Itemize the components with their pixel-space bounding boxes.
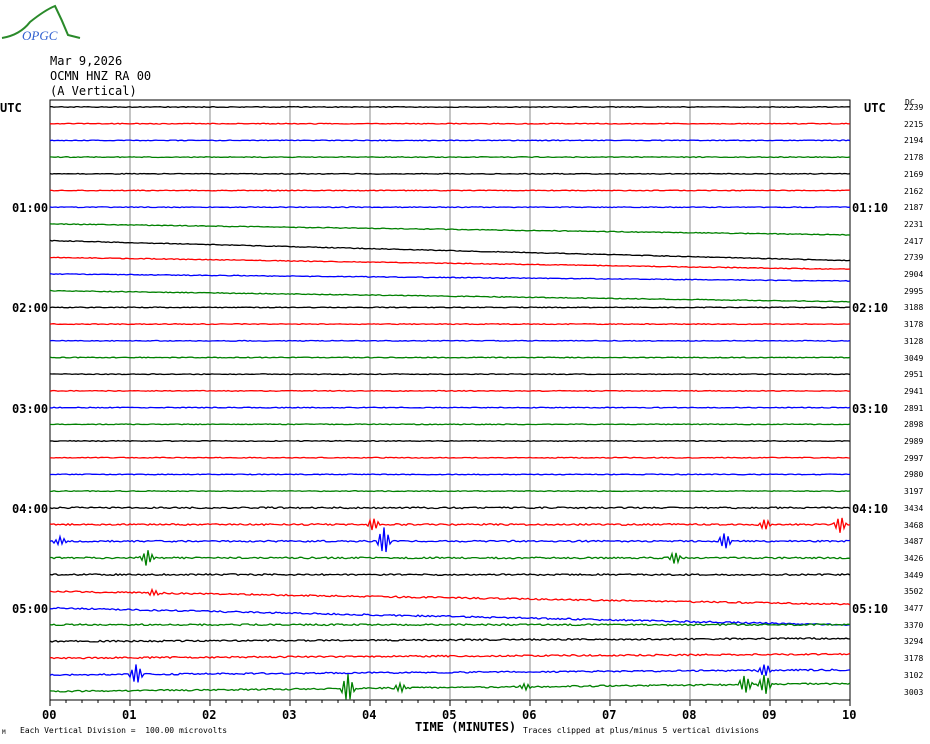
left-time-label: 01:00 [12, 201, 49, 216]
trace-line [49, 473, 850, 476]
dc-offset-value: 2898 [904, 420, 924, 430]
right-time-label: 04:10 [852, 501, 889, 516]
x-tick-label: 09 [762, 708, 777, 722]
dc-offset-value: 2891 [904, 403, 924, 413]
x-tick-label: 08 [682, 708, 697, 722]
dc-offset-value: 2941 [904, 386, 924, 396]
trace-line [49, 490, 851, 493]
footer-clip-note: Traces clipped at plus/minus 5 vertical … [523, 726, 760, 735]
dc-offset-value: 3197 [904, 487, 924, 497]
left-time-label: UTC [0, 101, 22, 115]
trace-line [49, 189, 851, 192]
dc-offset-value: 2169 [904, 169, 924, 179]
trace-line [49, 156, 851, 159]
x-tick-label: 04 [362, 708, 377, 722]
trace-line [49, 373, 851, 376]
opgc-logo: OPGC [1, 4, 81, 43]
left-time-label: 04:00 [12, 501, 49, 516]
dc-offset-value: 3487 [904, 537, 924, 547]
date-label: Mar 9,2026 [50, 54, 123, 68]
footer-scale-note: Each Vertical Division = 100.00 microvol… [20, 726, 228, 735]
dc-offset-value: 2178 [904, 153, 924, 163]
x-tick-label: 03 [282, 708, 297, 722]
dc-offset-value: 3049 [904, 353, 924, 363]
dc-offset-value: 2215 [904, 119, 924, 129]
dc-offset-value: 3434 [904, 503, 924, 513]
x-tick-label: 02 [202, 708, 217, 722]
dc-offset-value: 3294 [904, 637, 924, 647]
trace-line [49, 456, 851, 459]
dc-offset-value: 3178 [904, 654, 924, 664]
left-time-label: 03:00 [12, 401, 49, 416]
dc-offset-value: 2231 [904, 219, 924, 229]
seismogram-plot: OPGC [1, 4, 851, 706]
x-tick-label: 06 [522, 708, 537, 722]
trace-line [49, 389, 851, 392]
trace-line [49, 323, 851, 326]
trace-line [49, 339, 851, 342]
logo-text: OPGC [22, 28, 58, 43]
dc-offset-value: 2989 [904, 437, 924, 446]
right-time-label: 03:10 [852, 401, 889, 416]
trace-line [49, 406, 851, 409]
dc-offset-value: 2239 [904, 103, 924, 112]
dc-offset-value: 3178 [904, 320, 924, 330]
dc-offset-value: 2162 [904, 186, 924, 196]
dc-offset-value: 2995 [904, 286, 924, 296]
x-tick-label: 00 [42, 708, 57, 722]
dc-offset-value: 2980 [904, 470, 924, 480]
dc-offset-value: 3449 [904, 570, 924, 580]
x-tick-label: 01 [122, 708, 137, 722]
dc-offset-value: 3188 [904, 303, 924, 313]
trace-line [49, 439, 851, 443]
component-label: (A Vertical) [50, 84, 137, 98]
trace-line [49, 139, 851, 142]
dc-offset-value: 2997 [904, 453, 924, 463]
dc-offset-value: 3426 [904, 553, 924, 563]
x-axis-title: TIME (MINUTES) [415, 720, 517, 734]
dc-offset-value: 2417 [904, 236, 924, 246]
dc-offset-value: 2194 [904, 136, 924, 146]
dc-offset-value: 2187 [904, 203, 924, 213]
trace-line [49, 105, 851, 109]
station-label: OCMN HNZ RA 00 [50, 69, 152, 83]
corner-mark: M [2, 729, 6, 736]
left-time-label: 02:00 [12, 301, 49, 316]
dc-offset-value: 3468 [904, 520, 924, 530]
dc-offset-value: 3102 [904, 670, 924, 680]
dc-offset-value: 2904 [904, 270, 924, 279]
right-time-label: 01:10 [852, 201, 889, 216]
trace-line [49, 423, 851, 426]
right-time-label: 05:10 [852, 602, 889, 616]
dc-offset-value: 3003 [904, 687, 924, 697]
dc-offset-value: 3128 [904, 336, 924, 346]
trace-line [49, 172, 851, 175]
dc-offset-value: 3502 [904, 587, 924, 597]
right-time-label: UTC [864, 101, 886, 115]
trace-line [49, 306, 851, 309]
right-time-label: 02:10 [852, 301, 889, 316]
x-tick-label: 10 [842, 708, 857, 722]
dc-offset-value: 2739 [904, 253, 924, 263]
dc-offset-value: 3477 [904, 604, 924, 613]
left-time-label: 05:00 [12, 602, 49, 616]
dc-offset-value: 3370 [904, 620, 924, 630]
trace-line [49, 572, 851, 577]
trace-line [49, 206, 851, 209]
dc-offset-value: 2951 [904, 370, 924, 380]
x-tick-label: 07 [602, 708, 617, 722]
